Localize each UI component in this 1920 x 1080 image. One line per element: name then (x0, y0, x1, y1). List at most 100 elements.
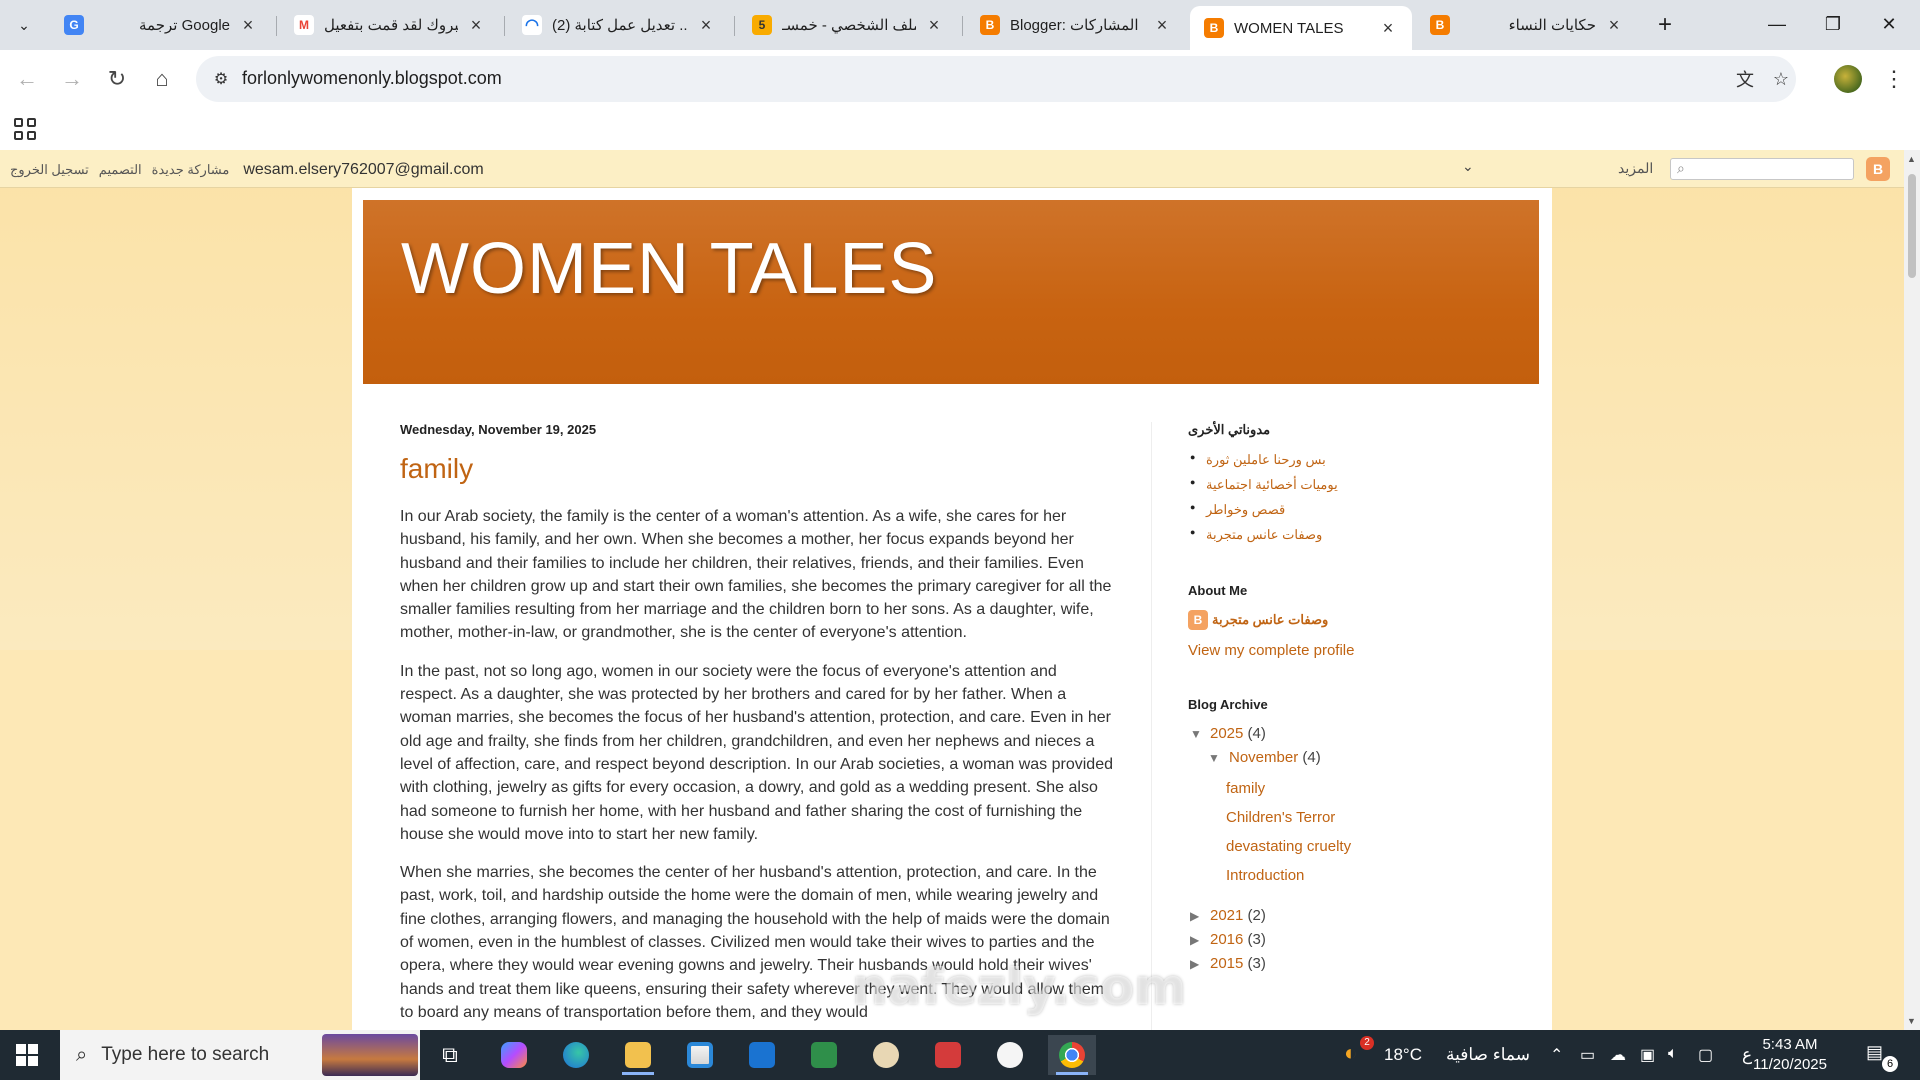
archive-month-november[interactable]: ▼ November (4) (1188, 746, 1518, 770)
file-explorer-icon[interactable] (614, 1035, 662, 1075)
archive-count: (2) (1247, 907, 1266, 924)
scrollbar-thumb[interactable] (1908, 174, 1916, 278)
volume-icon[interactable]: 🔈︎ (1668, 1045, 1678, 1063)
triangle-right-icon[interactable]: ▶ (1190, 904, 1199, 928)
archive-year-label[interactable]: 2015 (1210, 955, 1243, 972)
chevron-up-icon[interactable]: ⌃ (1550, 1045, 1563, 1065)
archive-post-link[interactable]: family (1188, 774, 1518, 803)
archive-year-2015[interactable]: ▶ 2015 (3) (1188, 952, 1518, 976)
archive-post-list: family Children's Terror devastating cru… (1188, 774, 1518, 890)
bookmark-star-icon[interactable]: ☆ (1768, 66, 1794, 92)
chat-app-icon[interactable] (986, 1035, 1034, 1075)
close-window-button[interactable]: ✕ (1866, 6, 1912, 42)
people-icon[interactable] (862, 1035, 910, 1075)
taskbar-search-box[interactable]: ⌕ Type here to search (60, 1030, 420, 1080)
new-post-link[interactable]: مشاركة جديدة (152, 162, 230, 178)
tab-google-translate[interactable]: G ترجمة Google × (50, 6, 272, 44)
gmail-icon: M (294, 15, 314, 35)
triangle-right-icon[interactable]: ▶ (1190, 952, 1199, 976)
archive-count: (4) (1302, 749, 1321, 766)
archive-year-label[interactable]: 2021 (1210, 907, 1243, 924)
archive-post-link[interactable]: Children's Terror (1188, 803, 1518, 832)
close-icon[interactable]: × (238, 15, 258, 35)
triangle-right-icon[interactable]: ▶ (1190, 928, 1199, 952)
tab-women-tales[interactable]: B WOMEN TALES × (1190, 6, 1412, 50)
archive-month-label[interactable]: November (1229, 749, 1298, 766)
restore-button[interactable]: ❐ (1810, 6, 1856, 42)
profile-name-link[interactable]: وصفات عانس متجربة (1212, 612, 1328, 628)
archive-year-2021[interactable]: ▶ 2021 (2) (1188, 904, 1518, 928)
chevron-down-icon[interactable]: ⌄ (1462, 158, 1474, 175)
profile-avatar[interactable] (1834, 65, 1862, 93)
close-icon[interactable]: × (466, 15, 486, 35)
design-link[interactable]: التصميم (99, 162, 142, 178)
blog-link[interactable]: قصص وخواطر (1188, 502, 1518, 518)
tab-women-stories[interactable]: B حكايات النساء × (1416, 6, 1638, 44)
page-scrollbar[interactable]: ▲ ▼ (1904, 150, 1920, 1030)
chrome-icon[interactable] (1048, 1035, 1096, 1075)
date-header: Wednesday, November 19, 2025 (400, 422, 597, 437)
blog-link[interactable]: يوميات أخصائية اجتماعية (1188, 477, 1518, 493)
menu-icon[interactable]: ⋮ (1880, 64, 1908, 94)
new-tab-button[interactable]: + (1650, 10, 1680, 40)
back-button[interactable]: ← (10, 62, 44, 96)
address-bar[interactable]: ⚙ forlonlywomenonly.blogspot.com 文 ☆ (196, 56, 1796, 102)
task-view-icon[interactable]: ⧉ (426, 1035, 474, 1075)
close-icon[interactable]: × (1378, 18, 1398, 38)
account-email: wesam.elsery762007@gmail.com (243, 161, 484, 178)
edge-icon[interactable] (552, 1035, 600, 1075)
blog-title[interactable]: WOMEN TALES (401, 228, 937, 310)
scroll-down-icon[interactable]: ▼ (1907, 1016, 1916, 1026)
tab-blogger-posts[interactable]: B Blogger: المشاركات × (966, 6, 1186, 44)
tab-gmail[interactable]: M مبروك لقد قمت بتفعيل × (280, 6, 500, 44)
network-icon[interactable]: ▢ (1698, 1045, 1713, 1065)
copilot-icon[interactable] (490, 1035, 538, 1075)
close-icon[interactable]: × (696, 15, 716, 35)
post-body: In our Arab society, the family is the c… (400, 505, 1114, 1024)
archive-year-label[interactable]: 2025 (1210, 725, 1243, 742)
home-button[interactable]: ⌂ (145, 62, 179, 96)
view-profile-link[interactable]: View my complete profile (1188, 642, 1518, 659)
more-link[interactable]: المزيد (1618, 160, 1653, 177)
close-icon[interactable]: × (1604, 15, 1624, 35)
project-icon[interactable] (800, 1035, 848, 1075)
site-info-icon[interactable]: ⚙ (208, 66, 234, 92)
battery-icon[interactable]: ▭ (1580, 1045, 1595, 1065)
scroll-up-icon[interactable]: ▲ (1907, 154, 1916, 164)
tab-search-button[interactable]: ⌄ (9, 10, 39, 40)
windows-start-icon[interactable] (16, 1044, 38, 1066)
triangle-down-icon[interactable]: ▼ (1208, 746, 1220, 770)
tab-khamsat-profile[interactable]: 5 الملف الشخصي - خمسـ × (738, 6, 958, 44)
archive-year-2025[interactable]: ▼ 2025 (4) (1188, 722, 1518, 746)
url-text[interactable]: forlonlywomenonly.blogspot.com (242, 68, 502, 89)
post-title[interactable]: family (400, 453, 1114, 485)
microsoft-store-icon[interactable] (676, 1035, 724, 1075)
archive-year-label[interactable]: 2016 (1210, 931, 1243, 948)
weather-temp[interactable]: 18°C (1384, 1030, 1422, 1080)
notifications-icon[interactable]: ▤ 6 (1866, 1042, 1898, 1072)
weather-desc[interactable]: سماء صافية (1446, 1030, 1530, 1080)
close-icon[interactable]: × (1152, 15, 1172, 35)
outlook-icon[interactable] (738, 1035, 786, 1075)
blog-search-input[interactable]: ⌕ (1670, 158, 1854, 180)
archive-post-link[interactable]: Introduction (1188, 861, 1518, 890)
tab-writing-job[interactable]: ◠ (2) تعديل عمل كتابة ... × (508, 6, 730, 44)
archive-post-link[interactable]: devastating cruelty (1188, 832, 1518, 861)
triangle-down-icon[interactable]: ▼ (1190, 722, 1202, 746)
blogger-logo-icon[interactable]: B (1866, 157, 1890, 181)
close-icon[interactable]: × (924, 15, 944, 35)
system-clock[interactable]: 5:43 AM 11/20/2025 (1740, 1035, 1840, 1075)
apps-grid-icon[interactable] (12, 116, 38, 142)
weather-icon[interactable]: ◐ (1344, 1040, 1357, 1066)
blog-link[interactable]: بس ورحنا عاملين ثورة (1188, 452, 1518, 468)
reload-button[interactable]: ↻ (100, 62, 134, 96)
sign-out-link[interactable]: تسجيل الخروج (10, 162, 89, 178)
translate-icon[interactable]: 文 (1732, 66, 1758, 92)
onedrive-icon[interactable]: ☁ (1610, 1045, 1626, 1065)
minimize-button[interactable]: — (1754, 6, 1800, 42)
blog-link[interactable]: وصفات عانس متجربة (1188, 527, 1518, 543)
calendar-app-icon[interactable] (924, 1035, 972, 1075)
forward-button[interactable]: → (55, 62, 89, 96)
meet-icon[interactable]: ▣ (1640, 1045, 1655, 1065)
archive-year-2016[interactable]: ▶ 2016 (3) (1188, 928, 1518, 952)
